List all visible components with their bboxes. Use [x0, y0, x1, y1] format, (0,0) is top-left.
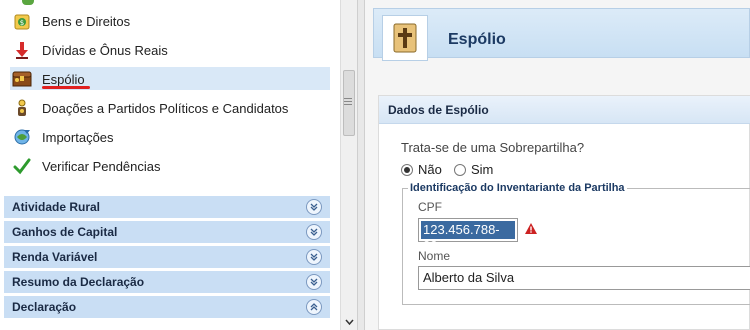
page-header: Espólio	[373, 8, 750, 61]
svg-text:$: $	[20, 19, 24, 27]
section-declaracao[interactable]: Declaração	[4, 296, 330, 318]
expand-icon[interactable]	[306, 199, 322, 215]
donation-icon	[12, 98, 32, 118]
nav-item-label: Importações	[42, 129, 114, 145]
group-title: Identificação do Inventariante da Partil…	[408, 182, 627, 194]
radio-nao[interactable]: Não	[401, 162, 442, 177]
section-atividade-rural[interactable]: Atividade Rural	[4, 196, 330, 218]
nav-item-label: Dívidas e Ônus Reais	[42, 42, 168, 58]
radio-button-selected[interactable]	[401, 163, 413, 176]
scroll-down-icon[interactable]	[344, 316, 355, 328]
expand-icon[interactable]	[306, 249, 322, 265]
nav-item-label: Doações a Partidos Políticos e Candidato…	[42, 100, 289, 116]
radio-button[interactable]	[454, 163, 466, 176]
radio-sim[interactable]: Sim	[454, 162, 493, 177]
red-arrow-down-icon	[12, 40, 32, 60]
grip-icon	[344, 98, 352, 105]
radio-label: Sim	[471, 162, 494, 177]
nav-item-dividas[interactable]: Dívidas e Ônus Reais	[12, 39, 168, 61]
cpf-label: CPF	[418, 200, 442, 214]
nav-item-label: Verificar Pendências	[42, 158, 161, 174]
nav-item-importacoes[interactable]: Importações	[12, 126, 114, 148]
nav-item-verificar[interactable]: Verificar Pendências	[12, 155, 161, 177]
nav-item-label: Espólio	[42, 71, 85, 87]
espolio-form: Dados de Espólio Trata-se de uma Sobrepa…	[378, 95, 750, 330]
section-renda-variavel[interactable]: Renda Variável	[4, 246, 330, 268]
nav-item-label: Bens e Direitos	[42, 13, 131, 29]
nav-scrollbar[interactable]	[340, 0, 357, 330]
panel-splitter[interactable]	[357, 0, 365, 330]
cpf-input[interactable]: 123.456.788-00	[418, 218, 518, 253]
selected-underline	[42, 86, 90, 89]
warning-icon	[525, 223, 537, 234]
nav-item-doacoes[interactable]: Doações a Partidos Políticos e Candidato…	[12, 97, 288, 119]
expand-icon[interactable]	[306, 274, 322, 290]
sobrepartilha-question: Trata-se de uma Sobrepartilha?	[401, 140, 585, 155]
collapse-icon[interactable]	[306, 299, 322, 315]
section-ganhos-capital[interactable]: Ganhos de Capital	[4, 221, 330, 243]
treasure-chest-icon	[12, 69, 32, 89]
import-globe-icon	[12, 127, 32, 147]
partial-icon	[22, 0, 34, 5]
green-check-icon	[12, 156, 32, 176]
section-label: Declaração	[12, 300, 77, 314]
nav-item-bens-direitos[interactable]: $ Bens e Direitos	[12, 10, 130, 32]
section-label: Resumo da Declaração	[12, 275, 145, 289]
page-title: Espólio	[448, 31, 506, 48]
money-bag-icon: $	[12, 11, 32, 31]
content-panel: Espólio Dados de Espólio Trata-se de uma…	[365, 0, 750, 330]
nome-label: Nome	[418, 249, 451, 263]
expand-icon[interactable]	[306, 224, 322, 240]
form-title-bar: Dados de Espólio	[379, 96, 750, 124]
section-label: Renda Variável	[12, 250, 98, 264]
radio-label: Não	[418, 162, 442, 177]
form-title: Dados de Espólio	[388, 103, 489, 117]
cpf-value: 123.456.788-00	[421, 221, 515, 253]
section-label: Ganhos de Capital	[12, 225, 118, 239]
navigation-panel: $ Bens e Direitos Dívidas e Ônus Reais E…	[0, 0, 340, 330]
nome-input[interactable]: Alberto da Silva	[418, 266, 750, 290]
section-resumo[interactable]: Resumo da Declaração	[4, 271, 330, 293]
cross-document-icon	[382, 15, 428, 61]
section-label: Atividade Rural	[12, 200, 101, 214]
